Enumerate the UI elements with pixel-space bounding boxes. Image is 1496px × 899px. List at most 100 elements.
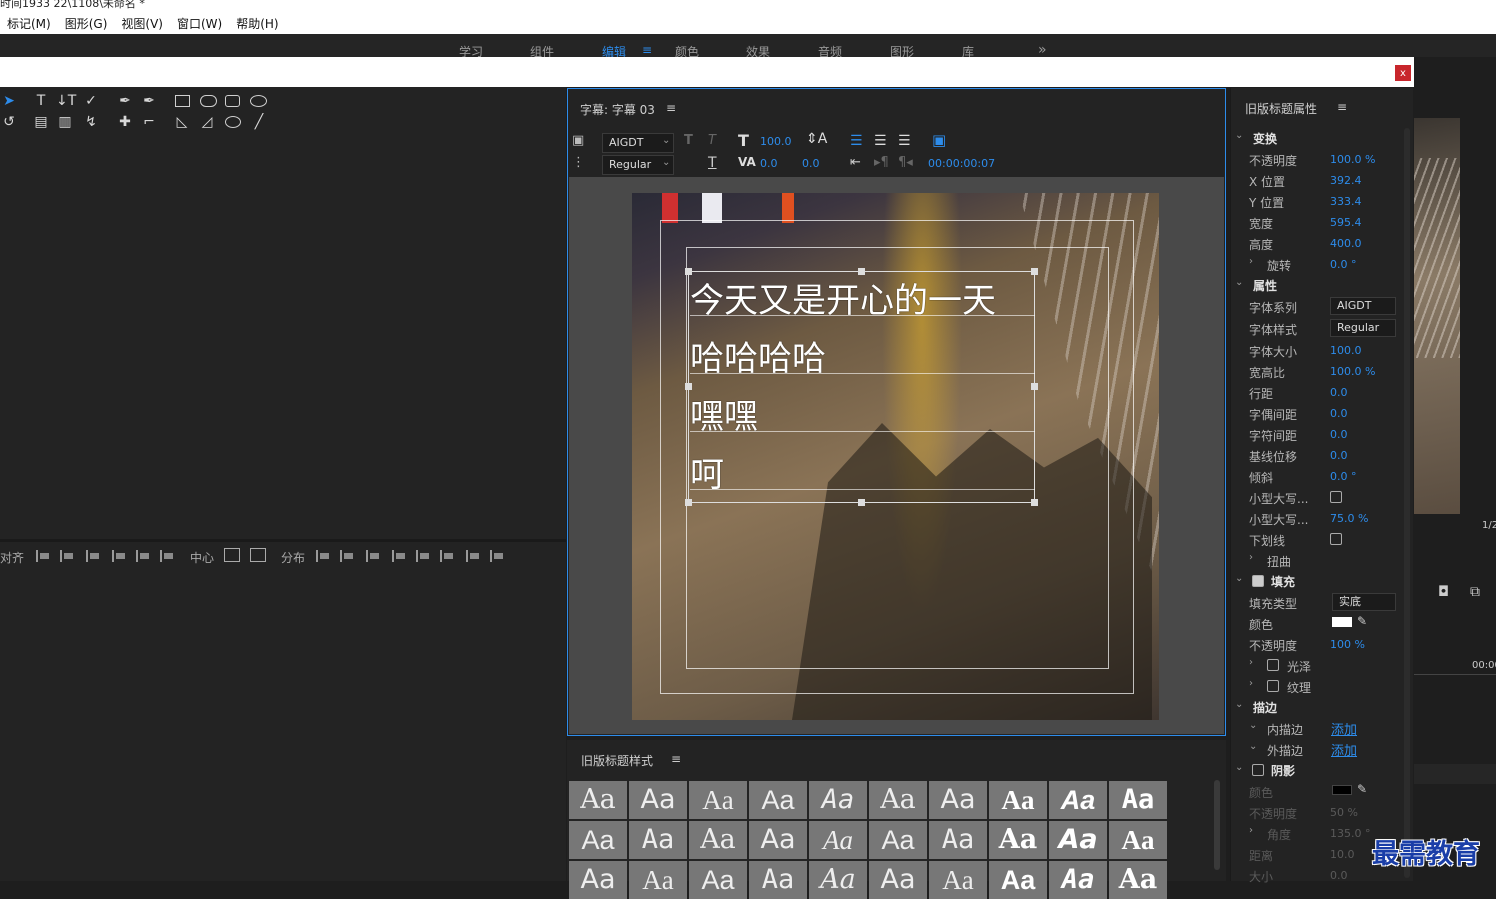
eyedropper-icon[interactable]: ✎ (1357, 614, 1367, 628)
new-title-icon[interactable]: ▣ (572, 133, 584, 148)
ws-assembly[interactable]: 组件 (530, 43, 554, 57)
arc-tool-icon[interactable]: ◿ (198, 114, 216, 130)
leading-value[interactable]: 0.0 (1330, 386, 1348, 399)
resize-handle[interactable] (685, 268, 692, 275)
center-v-icon[interactable] (250, 548, 266, 562)
style-swatch[interactable]: Aa (929, 821, 987, 859)
resize-handle[interactable] (685, 383, 692, 390)
style-swatch[interactable]: Aa (569, 781, 627, 819)
style-swatch[interactable]: Aa (1109, 821, 1167, 859)
align-right-icon[interactable] (86, 550, 100, 562)
style-swatch[interactable]: Aa (809, 781, 867, 819)
pen-tool-icon[interactable]: ✒ (116, 93, 134, 109)
style-swatch[interactable]: Aa (569, 861, 627, 899)
dist-vspace-icon[interactable] (490, 550, 504, 562)
dist-bottom-icon[interactable] (440, 550, 454, 562)
styles-menu-icon[interactable]: ≡ (671, 752, 681, 766)
center-h-icon[interactable] (224, 548, 240, 562)
properties-menu-icon[interactable]: ≡ (1337, 100, 1347, 114)
menu-help[interactable]: 帮助(H) (229, 15, 285, 32)
timecode[interactable]: 00:00:00:07 (928, 157, 995, 170)
style-swatch[interactable]: Aa (989, 781, 1047, 819)
line-tool-icon[interactable]: ╱ (250, 114, 268, 130)
rounded-rect-tool-icon[interactable] (200, 95, 217, 107)
path-type-tool-icon[interactable]: ✓ (82, 93, 100, 109)
align-vcenter-icon[interactable] (136, 550, 150, 562)
shadow-size-value[interactable]: 0.0 (1330, 869, 1348, 882)
styles-scrollbar[interactable] (1214, 780, 1220, 870)
font-size-value[interactable]: 100.0 (1330, 344, 1362, 357)
ws-color[interactable]: 颜色 (675, 43, 699, 57)
shadow-angle-value[interactable]: 135.0 ° (1330, 827, 1371, 840)
style-swatch[interactable]: Aa (569, 821, 627, 859)
chevron-down-icon[interactable]: ⌄ (1235, 699, 1243, 710)
chevron-down-icon[interactable]: ⌄ (1249, 720, 1257, 731)
chevron-down-icon[interactable]: ⌄ (1235, 762, 1243, 773)
align-hcenter-icon[interactable] (60, 550, 74, 562)
add-anchor-tool-icon[interactable]: ✚ (116, 114, 134, 130)
rectangle-tool-icon[interactable] (175, 95, 190, 107)
convert-anchor-tool-icon[interactable]: ⌐ (140, 114, 158, 130)
style-swatch[interactable]: Aa (629, 781, 687, 819)
ws-learn[interactable]: 学习 (459, 43, 483, 57)
style-swatch[interactable]: Aa (929, 861, 987, 899)
chevron-right-icon[interactable]: › (1249, 256, 1253, 267)
style-swatch[interactable]: Aa (809, 861, 867, 899)
shadow-checkbox[interactable] (1252, 764, 1264, 776)
tab-icon[interactable]: ⇤ (850, 155, 861, 170)
style-swatch[interactable]: Aa (689, 781, 747, 819)
rotate-tool-icon[interactable]: ↺ (0, 114, 18, 130)
outer-stroke-add-link[interactable]: 添加 (1331, 740, 1357, 759)
shadow-color-swatch[interactable] (1332, 785, 1352, 795)
kerning-value[interactable]: 0.0 (1330, 407, 1348, 420)
type-tool-icon[interactable]: T (32, 93, 50, 109)
style-swatch[interactable]: Aa (929, 781, 987, 819)
shadow-opacity-value[interactable]: 50 % (1330, 806, 1358, 819)
ellipse-tool-icon[interactable] (225, 116, 241, 128)
chevron-right-icon[interactable]: › (1249, 657, 1253, 668)
sheen-checkbox[interactable] (1267, 659, 1279, 671)
chevron-down-icon[interactable]: ⌄ (1235, 277, 1243, 288)
camera-icon[interactable]: ◘ (1438, 584, 1449, 600)
dist-right-icon[interactable] (366, 550, 380, 562)
style-swatch[interactable]: Aa (629, 821, 687, 859)
menu-marker[interactable]: 标记(M) (0, 15, 58, 32)
underline-checkbox[interactable] (1330, 533, 1342, 545)
style-swatch[interactable]: Aa (689, 821, 747, 859)
fill-opacity-value[interactable]: 100 % (1330, 638, 1365, 651)
titler-tab-title[interactable]: 字幕: 字幕 03 (580, 101, 655, 118)
style-swatch[interactable]: Aa (1109, 781, 1167, 819)
vertical-area-type-tool-icon[interactable]: ▥ (56, 114, 74, 130)
leading-value[interactable]: 0.0 (802, 157, 820, 170)
italic-icon[interactable]: T (708, 133, 716, 148)
baseline-value[interactable]: 0.0 (1330, 449, 1348, 462)
ws-effects[interactable]: 效果 (746, 43, 770, 57)
ws-graphics[interactable]: 图形 (890, 43, 914, 57)
ellipse-rect-tool-icon[interactable] (250, 95, 267, 107)
close-button[interactable]: x (1394, 64, 1412, 82)
dist-top-icon[interactable] (392, 550, 406, 562)
style-swatch[interactable]: Aa (869, 861, 927, 899)
resize-handle[interactable] (1031, 383, 1038, 390)
ws-editing-menu-icon[interactable]: ≡ (642, 43, 652, 57)
resize-handle[interactable] (1031, 499, 1038, 506)
ws-more-icon[interactable]: » (1038, 42, 1047, 57)
kerning-value[interactable]: 0.0 (760, 157, 778, 170)
chevron-down-icon[interactable]: ⌄ (1249, 741, 1257, 752)
style-swatch[interactable]: Aa (749, 861, 807, 899)
dist-hcenter-icon[interactable] (340, 550, 354, 562)
tab-stops-icon[interactable]: ⋮ (572, 155, 585, 170)
resize-handle[interactable] (858, 268, 865, 275)
compare-icon[interactable]: ⧉ (1470, 584, 1480, 600)
ws-editing[interactable]: 编辑 (602, 43, 626, 57)
texture-checkbox[interactable] (1267, 680, 1279, 692)
style-swatch[interactable]: Aa (989, 821, 1047, 859)
chevron-down-icon[interactable]: ⌄ (1235, 573, 1243, 584)
inner-stroke-add-link[interactable]: 添加 (1331, 719, 1357, 738)
menu-graphics[interactable]: 图形(G) (58, 15, 115, 32)
resize-handle[interactable] (1031, 268, 1038, 275)
align-left-icon[interactable] (36, 550, 50, 562)
style-swatch[interactable]: Aa (989, 861, 1047, 899)
style-swatch[interactable]: Aa (869, 781, 927, 819)
align-right-text-icon[interactable]: ☰ (898, 133, 911, 149)
